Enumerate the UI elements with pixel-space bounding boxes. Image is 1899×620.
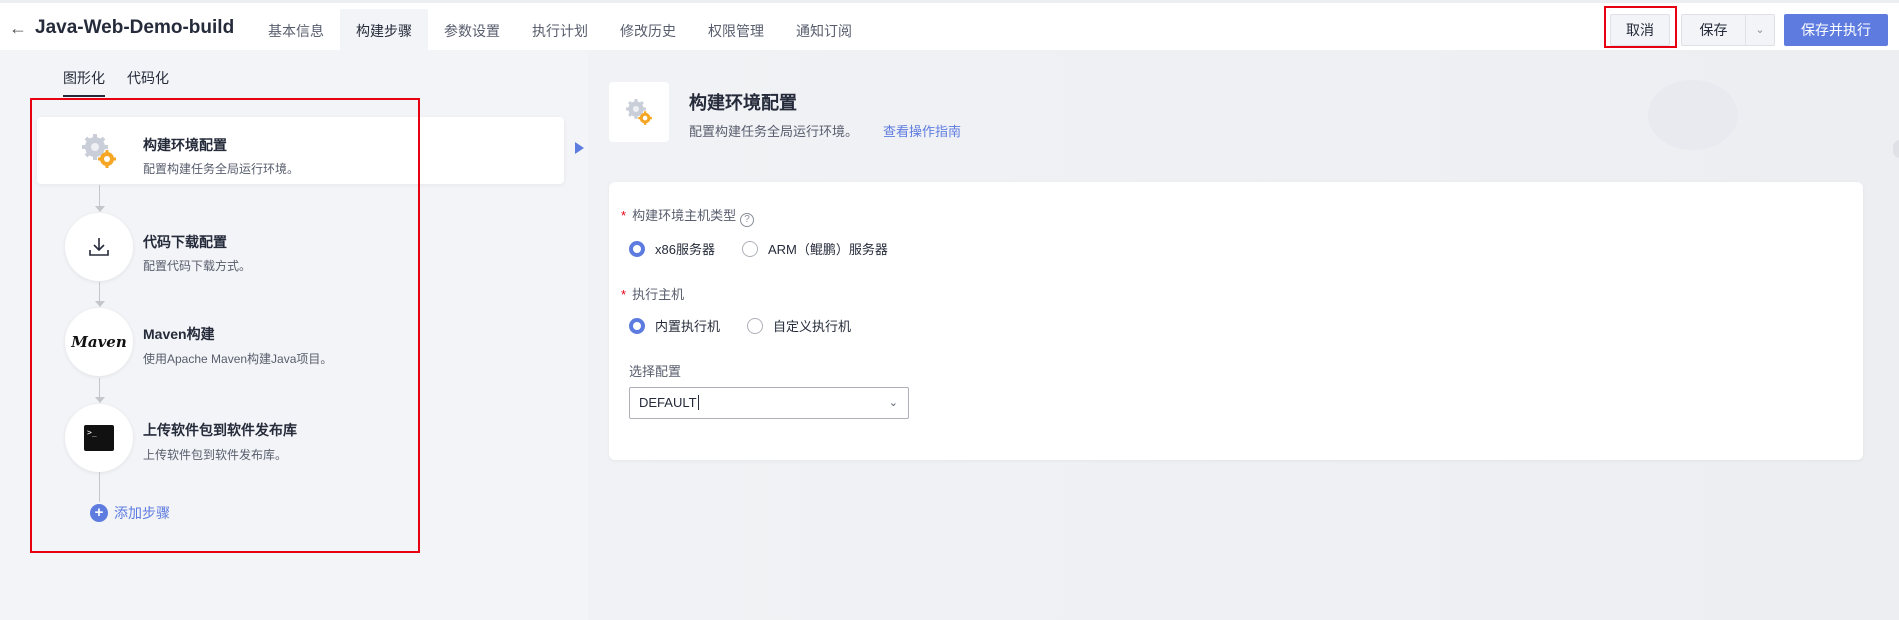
radio-arm-label: ARM（鲲鹏）服务器 [768, 242, 888, 257]
bg-decoration [1648, 80, 1738, 150]
tab-permissions[interactable]: 权限管理 [692, 9, 780, 53]
radio-custom-executor[interactable]: 自定义执行机 [747, 316, 851, 335]
tab-graphical[interactable]: 图形化 [63, 68, 105, 97]
radio-dot-unchecked[interactable] [747, 317, 763, 334]
radio-builtin-label: 内置执行机 [655, 319, 721, 334]
exec-host-label-text: 执行主机 [632, 287, 685, 302]
editor-mode-tabs: 图形化 代码化 [63, 68, 169, 97]
radio-dot-unchecked[interactable] [742, 240, 758, 257]
host-type-label-text: 构建环境主机类型 [632, 208, 737, 223]
radio-dot-checked[interactable] [629, 240, 645, 257]
tab-build-steps[interactable]: 构建步骤 [340, 9, 428, 53]
save-dropdown-chevron-icon[interactable]: ⌄ [1745, 14, 1775, 46]
tab-parameters[interactable]: 参数设置 [428, 9, 516, 53]
tab-basic-info[interactable]: 基本信息 [252, 9, 340, 53]
help-icon[interactable]: ? [740, 213, 755, 227]
exec-host-label: * 执行主机 [621, 284, 684, 303]
save-button[interactable]: 保存 [1681, 14, 1745, 46]
steps-highlight-box [30, 98, 420, 553]
tab-notifications[interactable]: 通知订阅 [780, 9, 868, 53]
config-select-value: DEFAULT [639, 395, 697, 410]
radio-arm[interactable]: ARM（鲲鹏）服务器 [742, 239, 888, 258]
tab-schedule[interactable]: 执行计划 [516, 9, 604, 53]
expand-triangle-icon[interactable] [575, 142, 584, 154]
detail-title: 构建环境配置 [689, 93, 797, 113]
radio-builtin-executor[interactable]: 内置执行机 [629, 316, 720, 335]
cancel-highlight-box [1604, 6, 1677, 48]
radio-custom-label: 自定义执行机 [773, 319, 852, 334]
radio-dot-checked[interactable] [629, 317, 645, 334]
tab-history[interactable]: 修改历史 [604, 9, 692, 53]
radio-x86-label: x86服务器 [655, 242, 715, 257]
detail-description: 配置构建任务全局运行环境。 [689, 124, 859, 139]
detail-gear-icon [609, 82, 669, 142]
project-title: Java-Web-Demo-build [35, 17, 235, 38]
config-label: 选择配置 [629, 364, 682, 379]
tab-code[interactable]: 代码化 [127, 68, 169, 97]
required-asterisk: * [621, 287, 627, 302]
host-type-label: * 构建环境主机类型? [621, 205, 755, 227]
config-select[interactable]: DEFAULT ⌄ [629, 387, 909, 419]
collapse-handle[interactable] [1893, 140, 1899, 158]
text-cursor [697, 395, 703, 410]
save-and-run-button[interactable]: 保存并执行 [1784, 14, 1888, 46]
operation-guide-link[interactable]: 查看操作指南 [883, 121, 961, 140]
radio-x86[interactable]: x86服务器 [629, 239, 715, 258]
chevron-down-icon: ⌄ [888, 397, 898, 409]
header-tabs: 基本信息 构建步骤 参数设置 执行计划 修改历史 权限管理 通知订阅 [252, 9, 868, 53]
back-arrow-icon[interactable]: ← [8, 18, 28, 38]
required-asterisk: * [621, 208, 627, 223]
